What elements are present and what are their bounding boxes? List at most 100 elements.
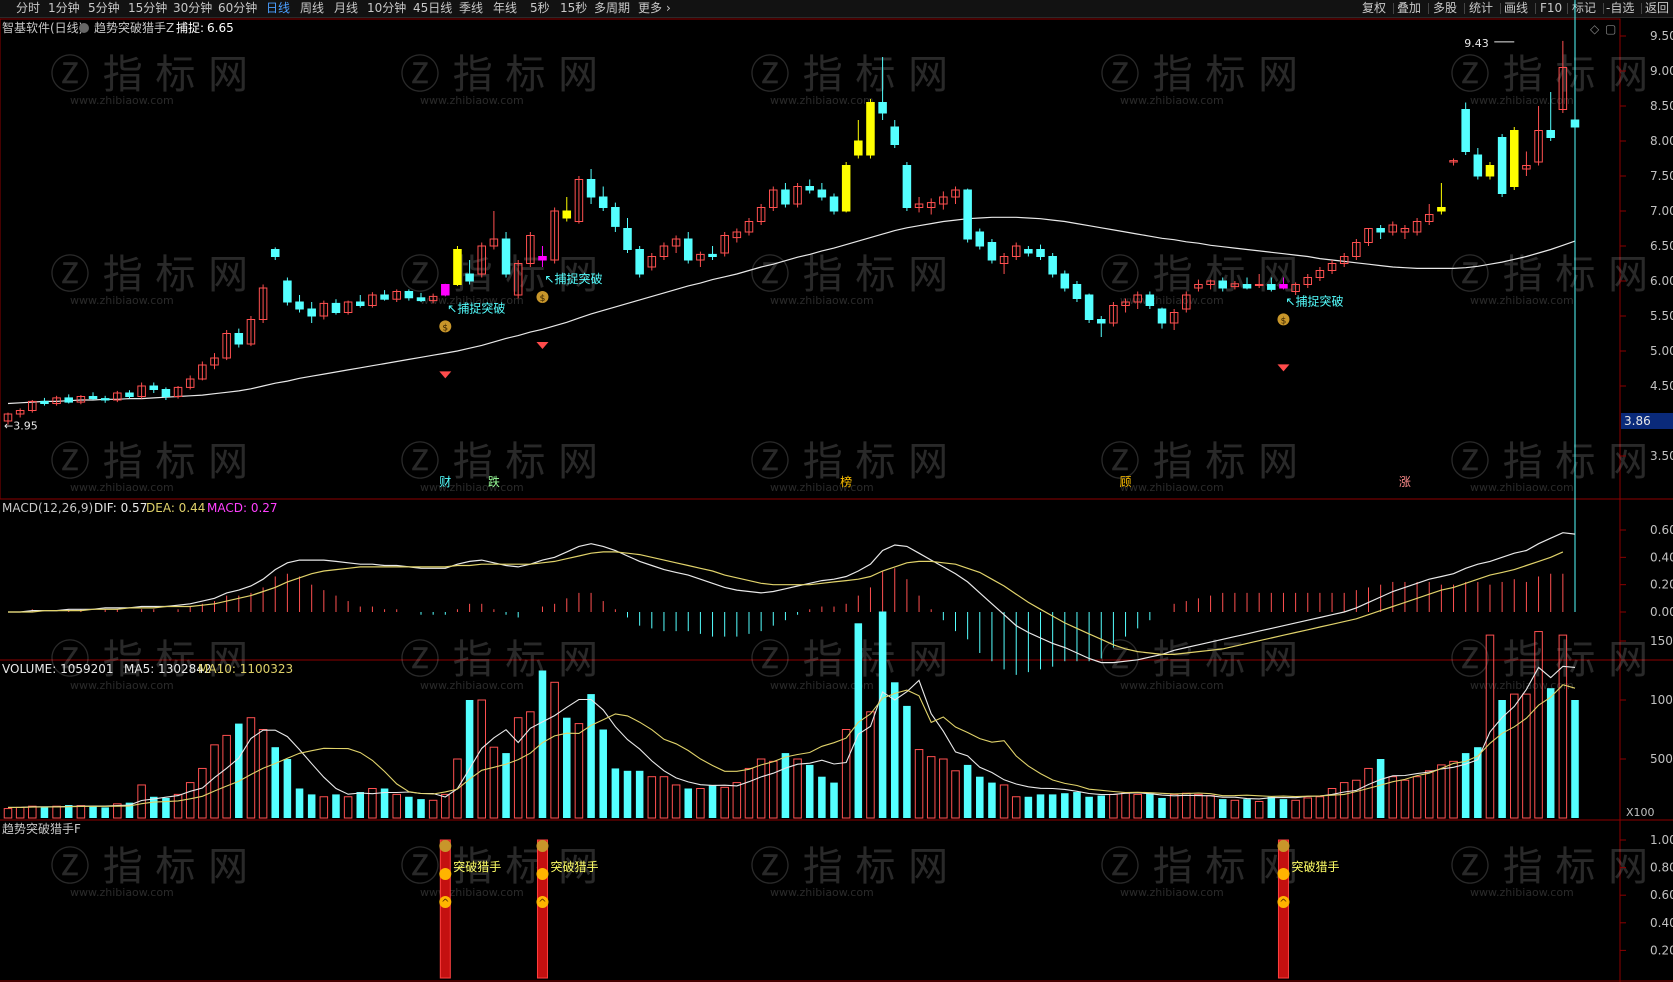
capture-signal-label: ↖捕捉突破 — [1285, 293, 1343, 308]
signal-header: 趋势突破猎手F — [2, 821, 81, 836]
volume-bar — [392, 793, 401, 819]
watermark-text: Ⓩ 指 标 网 — [50, 844, 248, 890]
candle-body — [1497, 137, 1507, 194]
candle-body — [416, 297, 426, 302]
bottom-marker: 顾 — [1120, 475, 1132, 489]
volume-unit: X100 — [1626, 806, 1655, 819]
watermark-text: Ⓩ 指 标 网 — [50, 637, 248, 683]
watermark-url: www.zhibiaow.com — [770, 294, 874, 307]
candle-body — [1254, 284, 1264, 286]
volume-bar — [1194, 793, 1203, 819]
volume-bar — [513, 717, 523, 819]
price-tick-label: 6.50 — [1650, 239, 1673, 253]
settings-icon[interactable] — [79, 23, 89, 33]
volume-bar — [1109, 793, 1118, 819]
volume-bar — [1243, 799, 1251, 818]
macd-tick-label: 0.40 — [1650, 550, 1673, 564]
price-tick-label: 4.50 — [1650, 379, 1673, 393]
candle-body — [1048, 256, 1057, 275]
bottom-marker: 榜 — [840, 474, 852, 489]
dea-label: DEA: 0.44 — [146, 501, 205, 515]
candle-body — [538, 256, 547, 261]
volume-bar — [599, 729, 607, 818]
volume-bar — [696, 788, 705, 819]
candle-body — [125, 392, 134, 397]
candle-body — [356, 301, 365, 306]
signal-label: 突破猎手 — [550, 859, 598, 874]
volume-bar — [1048, 794, 1057, 818]
candle-body — [781, 189, 790, 205]
ma-line-path — [7, 216, 1576, 405]
price-tick-label: 8.50 — [1650, 99, 1673, 113]
volume-bar — [76, 805, 86, 819]
candle-body — [598, 196, 608, 208]
volume-bar — [1339, 782, 1349, 819]
up-chevron-glyph: ^ — [1279, 898, 1287, 909]
volume-bar — [489, 746, 499, 819]
candle-body — [331, 302, 341, 313]
window-icon[interactable]: ▢ — [1605, 22, 1616, 36]
watermark-text: Ⓩ 指 标 网 — [750, 52, 948, 98]
volume-tick-label: 15000 — [1650, 634, 1673, 648]
volume-bar — [319, 796, 329, 819]
volume-bar — [405, 796, 413, 818]
volume-bar — [720, 786, 729, 819]
watermark-url: www.zhibiaow.com — [420, 94, 524, 107]
candle-body — [270, 249, 280, 257]
volume-bar — [1571, 700, 1579, 818]
watermark-url: www.zhibiaow.com — [420, 679, 524, 692]
volume-bar — [235, 723, 243, 818]
volume-bar — [332, 794, 340, 818]
volume-bar — [793, 758, 802, 819]
candle-body — [404, 291, 414, 299]
chart-header: 智基软件(日线) 趋势突破猎手Z 捕捉: 6.65 ◇ ▢ — [2, 20, 1616, 36]
candle-body — [1036, 249, 1045, 257]
stock-title: 智基软件(日线) — [2, 20, 83, 35]
volume-bar — [89, 806, 97, 818]
price-tick-label: 5.00 — [1650, 344, 1673, 358]
indicator-name: 趋势突破猎手Z — [94, 20, 174, 35]
candle-body — [683, 238, 693, 261]
volume-bar — [1036, 794, 1045, 818]
current-price-tag: 3.86 — [1621, 413, 1673, 429]
watermark-text: Ⓩ 指 标 网 — [750, 844, 948, 890]
candle-body — [854, 140, 863, 156]
diamond-icon[interactable]: ◇ — [1590, 22, 1600, 36]
volume-bar — [1206, 795, 1215, 819]
candle-body — [1279, 284, 1288, 289]
stock-chart[interactable]: Ⓩ 指 标 网www.zhibiaow.comⓏ 指 标 网www.zhibia… — [0, 0, 1673, 982]
watermark-text: Ⓩ 指 标 网 — [400, 637, 598, 683]
volume-bar — [295, 788, 304, 818]
candle-body — [623, 228, 632, 250]
dif-label: DIF: 0.57 — [94, 501, 147, 515]
volume-bar — [647, 776, 657, 819]
candle-body — [878, 102, 887, 114]
watermark-url: www.zhibiaow.com — [70, 294, 174, 307]
capture-label: 捕捉: — [176, 20, 204, 35]
volume-bar — [818, 776, 826, 818]
watermark-text: Ⓩ 指 标 网 — [50, 252, 248, 298]
watermark-url: www.zhibiaow.com — [70, 481, 174, 494]
capture-signal-label: ↖捕捉突破 — [544, 271, 602, 286]
volume-bar — [1158, 797, 1166, 818]
watermark-text: Ⓩ 指 标 网 — [50, 439, 248, 485]
price-tick-label: 9.50 — [1650, 29, 1673, 43]
svg-text:3.86: 3.86 — [1624, 414, 1651, 428]
candle-body — [380, 294, 389, 300]
volume-bar — [417, 799, 425, 818]
watermark-url: www.zhibiaow.com — [1120, 94, 1224, 107]
volume-bar — [222, 734, 231, 819]
watermark-text: Ⓩ 指 标 网 — [1450, 439, 1648, 485]
volume-bar — [1097, 795, 1106, 818]
volume-bar — [1061, 793, 1069, 818]
volume-bar — [1146, 793, 1154, 818]
macd-tick-label: 0.00 — [1650, 605, 1673, 619]
volume-bar — [1085, 796, 1093, 818]
watermark-url: www.zhibiaow.com — [770, 886, 874, 899]
volume-bar — [198, 767, 207, 819]
volume-bar — [744, 767, 754, 819]
watermark-url: www.zhibiaow.com — [770, 94, 874, 107]
signal-panel-title: 趋势突破猎手F — [2, 821, 81, 836]
price-tick-label: 9.00 — [1650, 64, 1673, 78]
candle-body — [708, 253, 717, 257]
